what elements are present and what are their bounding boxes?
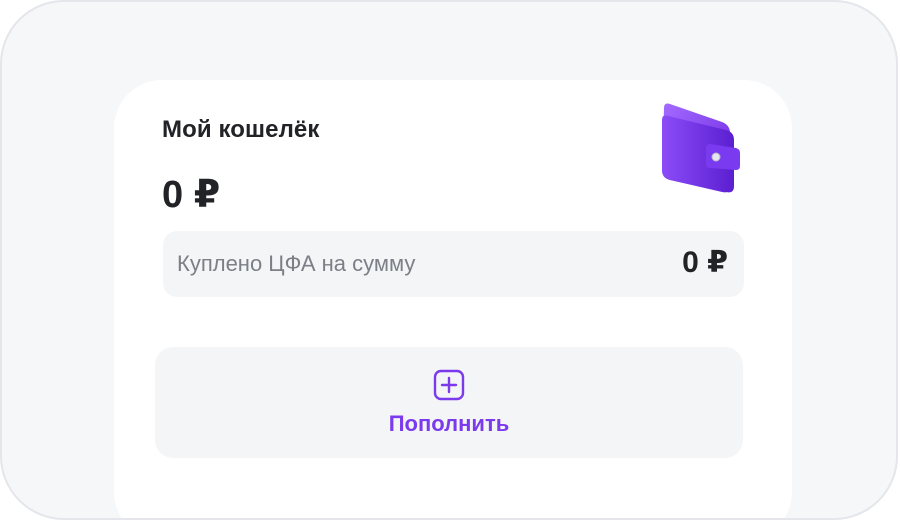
topup-label: Пополнить bbox=[388, 411, 510, 436]
wallet-card: Мой кошелёк 0 ₽ Куплено ЦФА на сумму 0 ₽ bbox=[114, 80, 792, 518]
purchased-cfa-value: 0 ₽ bbox=[682, 246, 728, 279]
wallet-title: Мой кошелёк bbox=[162, 116, 320, 143]
wallet-balance: 0 ₽ bbox=[162, 174, 221, 216]
topup-button[interactable]: Пополнить bbox=[155, 347, 743, 458]
wallet-icon bbox=[662, 103, 740, 193]
purchased-cfa-label: Куплено ЦФА на сумму bbox=[177, 251, 416, 276]
purchased-cfa-row: Куплено ЦФА на сумму 0 ₽ bbox=[163, 231, 744, 297]
plus-square-icon bbox=[433, 369, 465, 401]
app-frame: Мой кошелёк 0 ₽ Куплено ЦФА на сумму 0 ₽ bbox=[0, 0, 898, 520]
